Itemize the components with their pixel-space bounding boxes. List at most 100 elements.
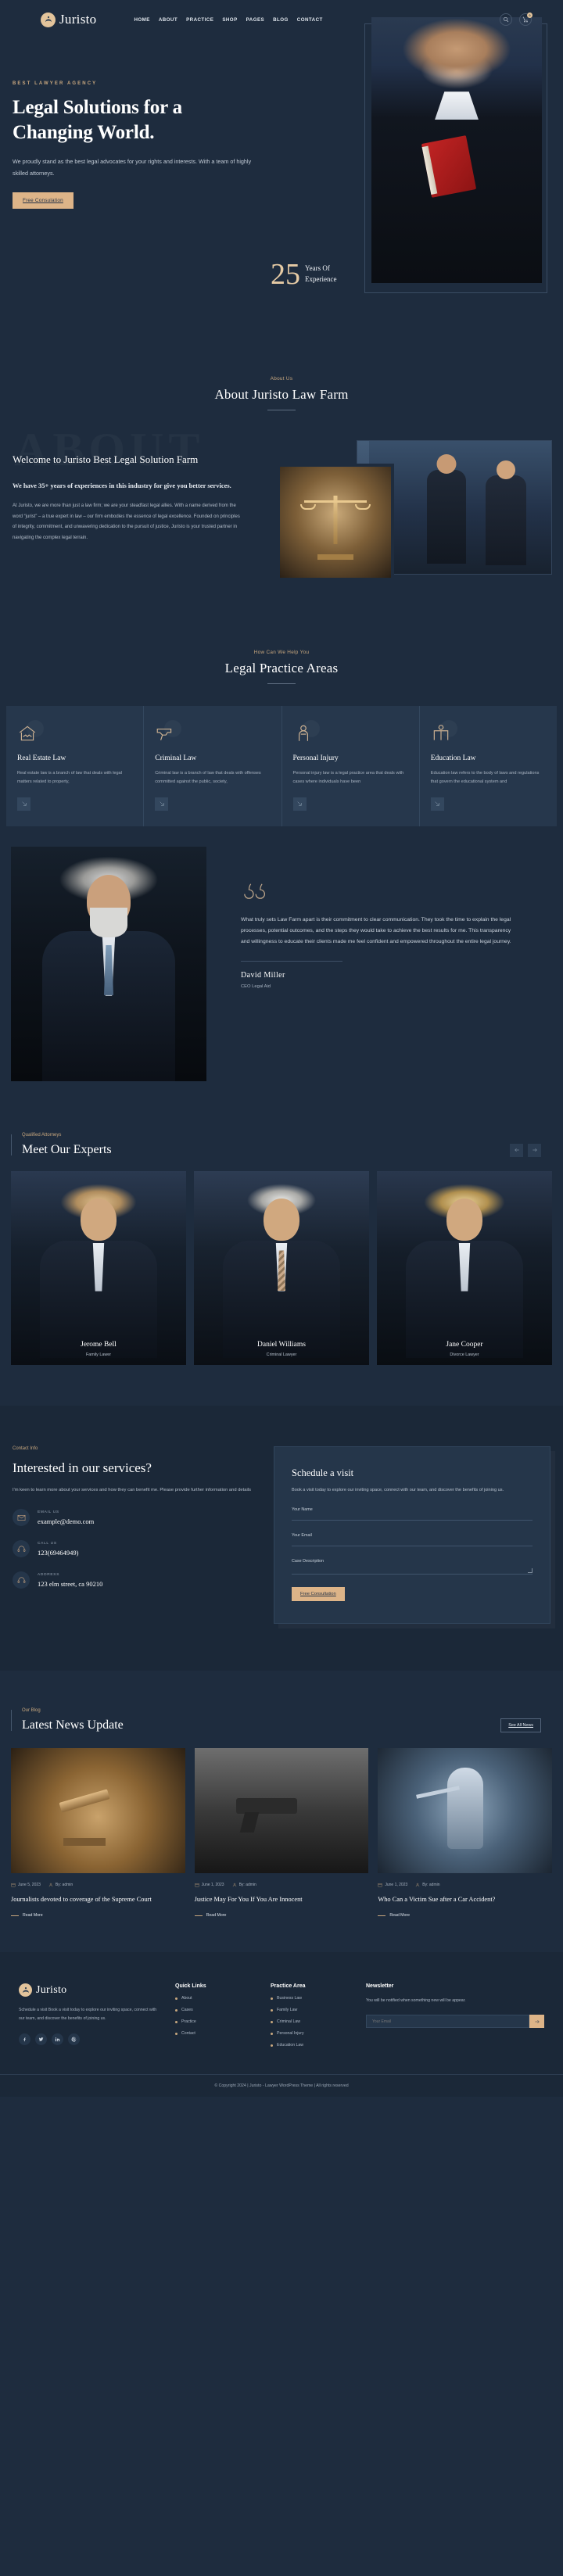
house-handshake-icon: [17, 723, 38, 743]
footer-link-label: Criminal Law: [277, 2019, 300, 2025]
blog-post-title: Justice May For You If You Are Innocent: [194, 1895, 303, 1903]
footer-link[interactable]: Contact: [175, 2031, 258, 2036]
footer-column-title: Practice Area: [271, 1983, 306, 1990]
blog-posts: June 5, 2023 By: admin Journalists devot…: [0, 1747, 563, 1919]
blog-post-read-more[interactable]: Read More: [194, 1913, 369, 1919]
practice-card-criminal[interactable]: Criminal Law Criminal law is a branch of…: [144, 706, 282, 826]
footer-link[interactable]: Family Law: [271, 2008, 353, 2012]
user-icon: [232, 1883, 236, 1887]
footer-link[interactable]: Personal Injury: [271, 2031, 353, 2036]
blog-post-card[interactable]: June 5, 2023 By: admin Journalists devot…: [11, 1747, 185, 1918]
contact-item-phone[interactable]: CALL US 123(69464949): [13, 1540, 263, 1558]
footer-link[interactable]: About: [175, 1996, 258, 2001]
send-icon[interactable]: [529, 2015, 544, 2029]
logo[interactable]: Juristo: [41, 12, 96, 27]
footer-link[interactable]: Cases: [175, 2008, 258, 2012]
pinterest-icon[interactable]: [68, 2033, 80, 2045]
arrow-down-right-icon[interactable]: [292, 797, 307, 811]
practice-cards: Real Estate Law Real estate law is a bra…: [0, 706, 563, 826]
footer-link[interactable]: Criminal Law: [271, 2019, 353, 2024]
nav-item-practice[interactable]: PRACTICE: [186, 17, 213, 23]
nav-item-home[interactable]: HOME: [134, 17, 149, 23]
practice-card-personal-injury[interactable]: Personal Injury Personal injury law is a…: [282, 706, 420, 826]
team-member-card[interactable]: Daniel Williams Criminal Lawyer: [194, 1170, 369, 1365]
logo-mark-icon: [41, 12, 56, 27]
contact-item-address[interactable]: ADDRESS 123 elm street, ca 90210: [13, 1571, 263, 1589]
footer-link-label: Business Law: [277, 1996, 303, 2001]
hero-image: [371, 17, 542, 283]
contact-item-email[interactable]: EMAIL US example@demo.com: [13, 1509, 263, 1527]
testimonial-body: What truly sets Law Farm apart is their …: [241, 880, 538, 989]
bullet-icon: [175, 1997, 178, 2000]
headset-icon: [13, 1540, 30, 1558]
linkedin-icon[interactable]: [52, 2033, 63, 2045]
practice-heading-group: How Can We Help You Legal Practice Areas: [0, 650, 563, 684]
graduate-book-icon: [431, 723, 451, 743]
footer-logo[interactable]: Juristo: [19, 1983, 163, 1997]
bullet-icon: [271, 1997, 273, 2000]
blog-post-date: June 5, 2023: [18, 1882, 41, 1887]
field-your-name[interactable]: Your Name: [292, 1507, 533, 1521]
arrow-left-icon[interactable]: [510, 1143, 523, 1157]
team-member-card[interactable]: Jane Cooper Divorce Lawyer: [377, 1170, 552, 1365]
contact-subtitle: I'm keen to learn more about your servic…: [13, 1487, 251, 1492]
footer-link[interactable]: Education Law: [271, 2043, 353, 2048]
blog-post-card[interactable]: June 1, 2023 By: admin Justice May For Y…: [194, 1747, 369, 1919]
calendar-icon: [195, 1883, 199, 1887]
mail-icon: [13, 1509, 30, 1527]
footer-link-label: Personal Injury: [277, 2031, 304, 2037]
practice-card-title: Real Estate Law: [17, 754, 66, 762]
nav-item-shop[interactable]: SHOP: [222, 17, 237, 23]
blog-post-read-more[interactable]: Read More: [378, 1913, 552, 1918]
field-textarea[interactable]: [292, 1564, 533, 1575]
section-rule: [267, 683, 296, 684]
facebook-icon[interactable]: [19, 2033, 30, 2045]
footer-link[interactable]: Practice: [175, 2019, 258, 2024]
arrow-down-right-icon[interactable]: [17, 797, 30, 811]
hero-cta-button[interactable]: Free Consulation: [13, 192, 74, 209]
arrow-down-right-icon[interactable]: [155, 797, 169, 811]
team-member-card[interactable]: Jerome Bell Family Lawer: [11, 1170, 186, 1365]
about-scales-image: [277, 464, 394, 581]
cart-count-badge: 0: [527, 13, 533, 18]
field-case-description[interactable]: Case Description: [292, 1559, 533, 1575]
nav-item-pages[interactable]: PAGES: [246, 17, 264, 23]
contact-item-value: example@demo.com: [38, 1517, 95, 1525]
nav-item-contact[interactable]: CONTACT: [297, 17, 323, 23]
twitter-icon[interactable]: [35, 2033, 47, 2045]
practice-card-education[interactable]: Education Law Education law refers to th…: [419, 706, 557, 826]
field-underline[interactable]: [292, 1519, 533, 1521]
nav-item-about[interactable]: ABOUT: [159, 17, 178, 23]
schedule-form-wrapper: Schedule a visit Book a visit today to e…: [274, 1446, 550, 1624]
form-submit-button[interactable]: Free Consultation: [292, 1586, 345, 1601]
contact-eyebrow: Contact Info: [13, 1446, 38, 1451]
about-heading-group: About Us About Juristo Law Farm: [0, 376, 563, 410]
footer-link[interactable]: Business Law: [271, 1996, 353, 2001]
logo-mark-icon: [19, 1983, 32, 1997]
footer-link-label: Education Law: [277, 2043, 304, 2048]
main-nav[interactable]: HOME ABOUT PRACTICE SHOP PAGES BLOG CONT…: [134, 17, 322, 23]
footer-link-label: Contact: [181, 2031, 195, 2037]
search-icon[interactable]: [500, 13, 512, 26]
blog-post-read-more[interactable]: Read More: [11, 1913, 185, 1918]
about-paragraph: At Juristo, we are more than just a law …: [13, 503, 240, 540]
footer-newsletter: Newsletter You will be notified when som…: [366, 1983, 544, 2048]
about-title: About Juristo Law Farm: [214, 387, 349, 402]
nav-item-blog[interactable]: BLOG: [273, 17, 289, 23]
cart-icon[interactable]: 0: [519, 13, 533, 26]
blog-post-card[interactable]: June 1, 2023 By: admin Who Can a Victim …: [378, 1747, 553, 1918]
field-your-email[interactable]: Your Email: [292, 1533, 533, 1546]
bullet-icon: [271, 2032, 273, 2035]
practice-card-title: Education Law: [430, 754, 476, 762]
see-all-news-button[interactable]: See All News: [500, 1718, 541, 1732]
arrow-down-right-icon[interactable]: [430, 797, 444, 811]
arrow-right-icon[interactable]: [528, 1143, 541, 1157]
practice-card-text: Criminal law is a branch of law that dea…: [155, 771, 261, 784]
contact-section: Contact Info Interested in our services?…: [0, 1405, 563, 1671]
newsletter-email-input[interactable]: [366, 2015, 529, 2029]
team-members: Jerome Bell Family Lawer Daniel Williams…: [0, 1170, 563, 1365]
read-more-label: Read More: [206, 1913, 227, 1919]
about-images: [277, 432, 552, 604]
practice-card-real-estate[interactable]: Real Estate Law Real estate law is a bra…: [6, 706, 145, 826]
experience-label-line1: Years Of: [305, 264, 330, 272]
